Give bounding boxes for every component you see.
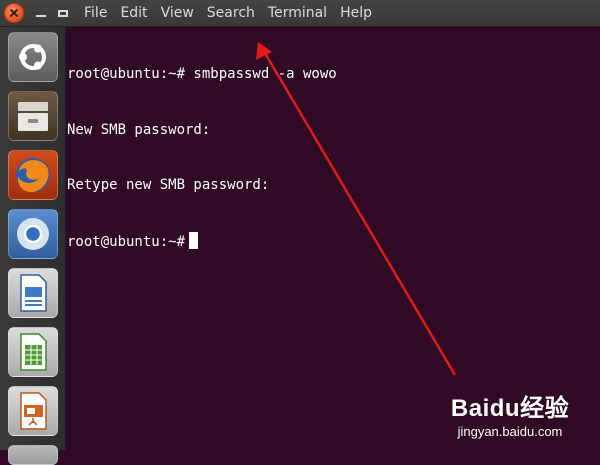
menu-view[interactable]: View [161,5,194,21]
menu-file[interactable]: File [84,5,107,21]
minimize-icon[interactable] [36,15,46,17]
launcher-item-partial[interactable] [8,445,58,465]
terminal-prompt-line: root@ubuntu:~# [67,231,600,252]
menu-terminal[interactable]: Terminal [268,5,327,21]
close-icon[interactable] [4,3,24,23]
menu-search[interactable]: Search [207,5,255,21]
terminal-prompt: root@ubuntu:~# [67,233,186,250]
launcher [0,27,66,465]
files-icon[interactable] [8,91,58,141]
terminal-line: Retype new SMB password: [67,177,270,193]
menu: File Edit View Search Terminal Help [84,5,385,21]
ubuntu-dash-icon[interactable] [8,32,58,82]
menu-bar: File Edit View Search Terminal Help [0,0,600,27]
libreoffice-writer-icon[interactable] [8,268,58,318]
libreoffice-calc-icon[interactable] [8,327,58,377]
watermark-url: jingyan.baidu.com [457,424,563,439]
terminal-output[interactable]: root@ubuntu:~# smbpasswd -a wowo New SMB… [67,28,600,270]
terminal-line: New SMB password: [67,121,211,138]
watermark: Baidu经验 jingyan.baidu.com [450,388,570,439]
menu-help[interactable]: Help [340,5,372,21]
terminal-line: root@ubuntu:~# smbpasswd -a wowo [67,66,337,82]
libreoffice-impress-icon[interactable] [8,386,58,436]
firefox-icon[interactable] [8,150,58,200]
maximize-icon[interactable] [58,9,68,17]
menu-edit[interactable]: Edit [120,5,147,21]
terminal-cursor [189,231,199,249]
chromium-icon[interactable] [8,209,58,259]
watermark-logo: Baidu经验 [450,395,570,422]
